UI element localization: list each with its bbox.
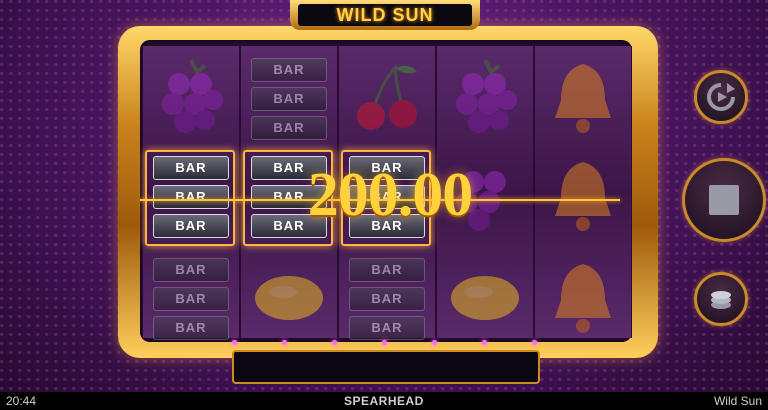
indicator-dot: [532, 340, 537, 345]
lemon-icon: [451, 276, 519, 320]
bar-plate: BAR: [349, 258, 425, 282]
bar-plate: BAR: [349, 316, 425, 340]
reel-5: [534, 46, 632, 338]
brand-logo: SPEARHEAD: [344, 394, 424, 408]
bar-plate: BAR: [349, 287, 425, 311]
lemon-icon: [255, 276, 323, 320]
bet-button[interactable]: [694, 272, 748, 326]
grapes-icon: [456, 59, 517, 133]
win-highlight-frame: [145, 150, 235, 246]
autoplay-button[interactable]: [694, 70, 748, 124]
indicator-dot: [282, 340, 287, 345]
symbol-bell: [535, 250, 631, 348]
symbol-bell: [535, 50, 631, 148]
clock: 20:44: [6, 394, 37, 408]
symbol-grapes: [437, 50, 533, 148]
symbol-triple-bar: BAR BAR BAR: [241, 50, 337, 148]
bell-icon: [555, 162, 611, 231]
autoplay-icon: [707, 83, 735, 111]
footer-bar: 20:44 SPEARHEAD Wild Sun: [0, 392, 768, 410]
bar-plate: BAR: [251, 116, 327, 140]
coin-stack-icon: [711, 291, 731, 309]
game-title: WILD SUN: [298, 4, 472, 26]
symbol-lemon: [241, 250, 337, 348]
indicator-dot: [232, 340, 237, 345]
indicator-dot: [382, 340, 387, 345]
bell-icon: [555, 64, 611, 133]
bell-icon: [555, 264, 611, 333]
indicator-dot: [432, 340, 437, 345]
symbol-bell: [535, 148, 631, 246]
grapes-icon: [162, 59, 223, 133]
stop-icon: [709, 185, 739, 215]
bar-plate: BAR: [251, 87, 327, 111]
game-name: Wild Sun: [713, 394, 762, 408]
spin-stop-button[interactable]: [682, 158, 766, 242]
bar-plate: BAR: [153, 258, 229, 282]
symbol-triple-bar: BAR BAR BAR: [143, 250, 239, 348]
bar-plate: BAR: [153, 316, 229, 340]
symbol-cherries: [339, 50, 435, 148]
info-bar: [232, 350, 540, 384]
indicator-dot: [332, 340, 337, 345]
indicator-dot: [482, 340, 487, 345]
symbol-lemon: [437, 250, 533, 348]
cherries-icon: [357, 64, 417, 130]
bar-plate: BAR: [153, 287, 229, 311]
symbol-grapes: [143, 50, 239, 148]
bar-plate: BAR: [251, 58, 327, 82]
win-amount: 200.00: [307, 161, 474, 229]
symbol-triple-bar: BAR BAR BAR: [339, 250, 435, 348]
